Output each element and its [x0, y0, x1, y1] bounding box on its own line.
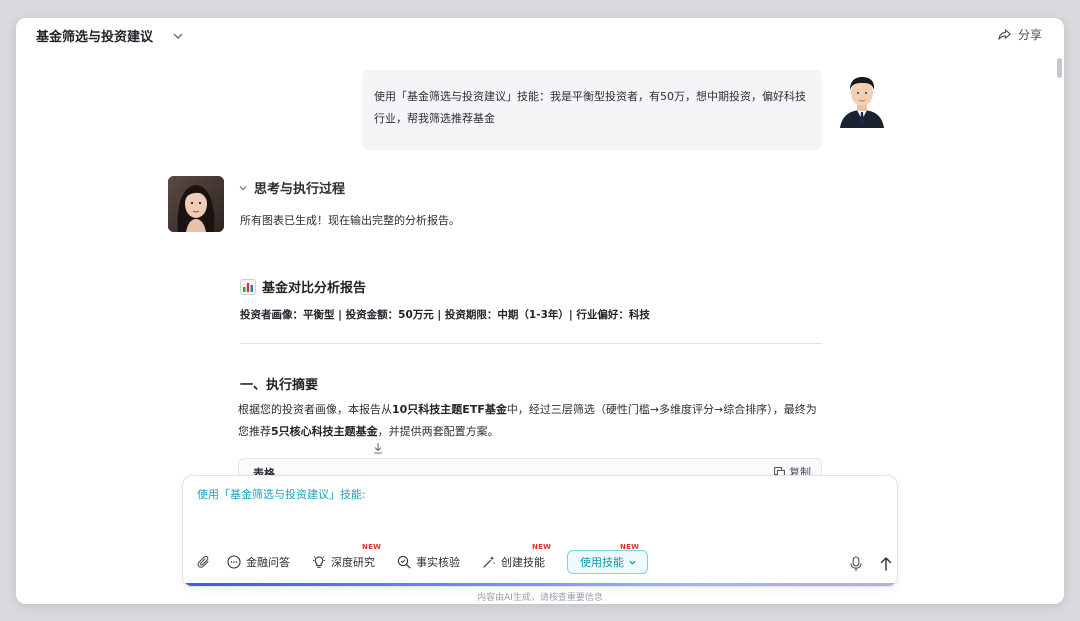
message-input[interactable]: 使用「基金筛选与投资建议」技能:	[197, 486, 797, 502]
page-title: 基金筛选与投资建议	[36, 30, 154, 45]
tool-finance-qa[interactable]: 金融问答	[227, 550, 290, 574]
tool-label: 事实核验	[416, 556, 460, 569]
use-skill-label: 使用技能	[580, 556, 624, 569]
new-badge: NEW	[620, 543, 639, 551]
summary-highlight: 5只核心科技主题基金	[271, 425, 378, 438]
share-icon	[998, 29, 1011, 40]
investor-profile: 投资者画像：平衡型 | 投资金额：50万元 | 投资期限：中期（1-3年）| 行…	[240, 309, 650, 321]
chevron-down-icon[interactable]	[172, 30, 184, 42]
summary-highlight: 10只科技主题ETF基金	[392, 403, 507, 416]
bar-chart-icon	[240, 278, 256, 295]
chat-bubble-icon	[227, 555, 241, 569]
share-button[interactable]: 分享	[997, 26, 1042, 43]
ai-disclaimer: 内容由AI生成，请核查重要信息	[477, 593, 603, 603]
tool-label: 金融问答	[246, 556, 290, 569]
paperclip-icon	[197, 555, 209, 568]
microphone-icon[interactable]	[849, 556, 863, 572]
user-avatar	[836, 72, 888, 128]
tool-deep-research[interactable]: 深度研究 NEW	[312, 543, 381, 574]
use-skill-button[interactable]: 使用技能 NEW	[567, 543, 648, 574]
new-badge: NEW	[532, 543, 551, 551]
report-title-text: 基金对比分析报告	[262, 281, 367, 296]
lightbulb-icon	[313, 556, 325, 568]
composer-gradient-bar	[183, 583, 897, 586]
top-bar: 基金筛选与投资建议 分享	[16, 18, 1064, 54]
scroll-down-icon[interactable]	[372, 442, 384, 454]
message-composer: 使用「基金筛选与投资建议」技能: 金融问答 深度研究 NEW 事实核验 创建技能…	[182, 475, 898, 587]
tool-label: 深度研究	[331, 556, 375, 569]
magic-wand-icon	[483, 556, 496, 568]
section-title: 一、执行摘要	[240, 378, 319, 393]
app-window: 基金筛选与投资建议 分享 使用「基金筛选与投资建议」技能：我是平衡型投资者，有5…	[16, 18, 1064, 604]
summary-text: 根据您的投资者画像，本报告从	[238, 403, 392, 416]
attach-button[interactable]	[197, 550, 211, 574]
tool-create-skill[interactable]: 创建技能 NEW	[482, 543, 551, 574]
tool-fact-check[interactable]: 事实核验	[397, 550, 460, 574]
share-label: 分享	[1017, 28, 1042, 42]
scrollbar[interactable]	[1057, 58, 1062, 78]
tool-label: 创建技能	[501, 556, 545, 569]
magnifier-check-icon	[397, 555, 411, 569]
send-arrow-icon[interactable]	[879, 556, 893, 572]
composer-toolbar: 金融问答 深度研究 NEW 事实核验 创建技能 NEW 使用技能 NEW	[197, 543, 648, 574]
user-message: 使用「基金筛选与投资建议」技能：我是平衡型投资者，有50万，想中期投资，偏好科技…	[362, 70, 822, 150]
chevron-down-icon	[239, 185, 247, 190]
summary-text: ，并提供两套配置方案。	[377, 425, 499, 438]
chevron-down-icon	[629, 560, 636, 565]
ai-avatar	[168, 176, 224, 232]
report-title: 基金对比分析报告	[240, 277, 366, 296]
thinking-label: 思考与执行过程	[254, 182, 346, 197]
executive-summary: 根据您的投资者画像，本报告从10只科技主题ETF基金中，经过三层筛选（硬性门槛→…	[238, 399, 820, 443]
status-text: 所有图表已生成！现在输出完整的分析报告。	[240, 214, 460, 227]
thinking-toggle[interactable]: 思考与执行过程	[238, 178, 345, 197]
new-badge: NEW	[362, 543, 381, 551]
divider	[240, 343, 822, 344]
